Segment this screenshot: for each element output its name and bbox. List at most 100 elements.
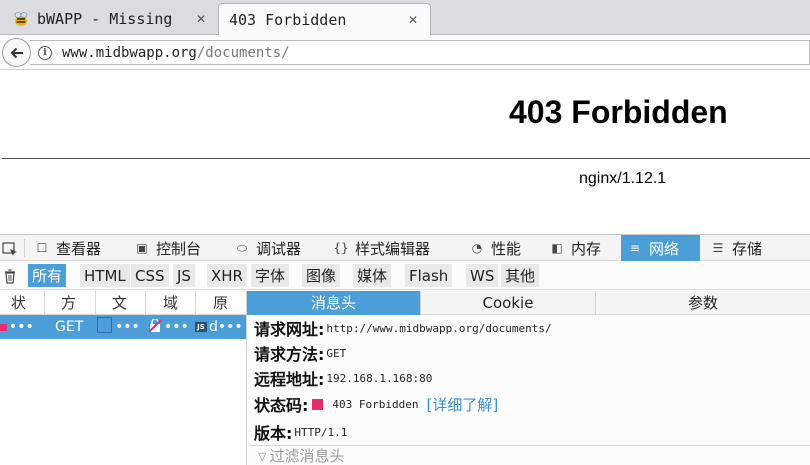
- filter-css[interactable]: CSS: [131, 264, 169, 287]
- column-divider: [145, 291, 146, 315]
- filter-flash[interactable]: Flash: [405, 264, 453, 287]
- request-status: •••: [9, 319, 34, 335]
- request-domain: •••: [164, 319, 189, 335]
- filter-fonts[interactable]: 字体: [251, 264, 290, 287]
- request-file: •••: [115, 319, 140, 335]
- tab-label: 样式编辑器: [355, 239, 431, 258]
- browser-tab-403[interactable]: 403 Forbidden ✕: [218, 3, 431, 35]
- header-remote-address: 远程地址: 192.168.1.168:80: [254, 367, 432, 389]
- status-indicator: [0, 324, 7, 331]
- header-label: 远程地址:: [254, 370, 325, 389]
- request-list-header: 状 方 文 域 原: [0, 291, 246, 315]
- debugger-icon: ⬭: [236, 240, 248, 255]
- column-divider: [44, 291, 45, 315]
- memory-icon: ◧: [551, 241, 563, 255]
- console-icon: ▣: [136, 241, 148, 255]
- tab-label: 性能: [491, 239, 522, 258]
- tab-cookies[interactable]: Cookie: [421, 291, 595, 315]
- storage-icon: ☰: [712, 241, 724, 255]
- bee-icon: [14, 12, 28, 26]
- column-divider: [195, 291, 196, 315]
- filter-ws[interactable]: WS: [466, 264, 499, 287]
- style-editor-icon: {}: [333, 241, 349, 255]
- header-value: HTTP/1.1: [294, 425, 348, 439]
- learn-more-link[interactable]: [详细了解]: [427, 394, 499, 415]
- tab-params[interactable]: 参数: [596, 291, 810, 315]
- tab-debugger[interactable]: ⬭ 调试器: [228, 235, 301, 261]
- header-status-code: 状态码: 403 Forbidden [详细了解]: [254, 393, 499, 416]
- filter-all[interactable]: 所有: [28, 264, 67, 287]
- tab-network[interactable]: ≡ 网络: [621, 235, 700, 261]
- page-heading: 403 Forbidden: [509, 94, 728, 130]
- tab-title: 403 Forbidden: [229, 10, 347, 29]
- column-cause[interactable]: 原: [213, 291, 228, 315]
- url-bar[interactable]: i www.midbwapp.org/documents/: [30, 40, 810, 65]
- devtools-toolbar: ☐ 查看器 ▣ 控制台 ⬭ 调试器 {} 样式编辑器 ◔ 性能 ◧ 内存 ≡ 网络 ☰ 存储: [0, 235, 810, 261]
- request-detail-tabs: 消息头 Cookie 参数: [247, 291, 810, 315]
- tab-console[interactable]: ▣ 控制台: [128, 235, 201, 261]
- site-info-icon[interactable]: i: [38, 45, 52, 60]
- header-value: GET: [326, 346, 347, 360]
- header-request-method: 请求方法: GET: [254, 342, 346, 364]
- header-request-url: 请求网址: http://www.midbwapp.org/documents/: [254, 317, 552, 339]
- filter-images[interactable]: 图像: [302, 264, 341, 287]
- header-label: 请求方法:: [254, 345, 325, 364]
- tab-label: 存储: [732, 239, 763, 258]
- filter-headers-input[interactable]: [269, 447, 570, 465]
- column-method[interactable]: 方: [61, 291, 76, 315]
- column-domain[interactable]: 域: [163, 291, 178, 315]
- performance-icon: ◔: [471, 241, 483, 255]
- tab-storage[interactable]: ☰ 存储: [704, 235, 762, 261]
- status-error-icon: [312, 398, 324, 410]
- filter-js[interactable]: JS: [173, 264, 195, 287]
- panel-splitter[interactable]: [246, 291, 247, 465]
- back-button[interactable]: [2, 38, 31, 67]
- filter-media[interactable]: 媒体: [353, 264, 392, 287]
- tab-performance[interactable]: ◔ 性能: [463, 235, 521, 261]
- column-status[interactable]: 状: [11, 291, 26, 315]
- horizontal-rule: [2, 158, 810, 159]
- filter-icon: ▽: [258, 449, 267, 463]
- header-label: 状态码:: [254, 396, 309, 415]
- tab-inspector[interactable]: ☐ 查看器: [28, 235, 101, 261]
- column-divider: [95, 291, 96, 315]
- js-cause-badge: JS: [195, 322, 207, 332]
- devtools-panel: ☐ 查看器 ▣ 控制台 ⬭ 调试器 {} 样式编辑器 ◔ 性能 ◧ 内存 ≡ 网络 ☰ 存储 所…: [0, 234, 810, 465]
- header-value: http://www.midbwapp.org/documents/: [326, 321, 552, 335]
- tab-label: 调试器: [256, 239, 302, 258]
- header-value: 192.168.1.168:80: [326, 371, 433, 385]
- tab-strip: bWAPP - Missing ✕ 403 Forbidden ✕: [0, 0, 810, 35]
- insecure-icon: [148, 319, 162, 333]
- file-icon: [97, 317, 112, 333]
- close-tab-icon[interactable]: ✕: [404, 13, 422, 27]
- server-signature: nginx/1.12.1: [579, 170, 667, 187]
- tab-headers[interactable]: 消息头: [247, 291, 420, 315]
- tab-label: 内存: [571, 239, 602, 258]
- url-text[interactable]: www.midbwapp.org/documents/: [62, 45, 290, 61]
- tab-style-editor[interactable]: {} 样式编辑器: [327, 235, 430, 261]
- filter-other[interactable]: 其他: [501, 264, 540, 287]
- request-cause: d•••: [209, 319, 243, 335]
- column-file[interactable]: 文: [112, 291, 127, 315]
- browser-tab-bwapp[interactable]: bWAPP - Missing ✕: [0, 3, 218, 35]
- trash-icon[interactable]: [2, 268, 18, 284]
- element-picker-icon[interactable]: [2, 241, 18, 257]
- request-list-body: [0, 339, 246, 465]
- tab-title: bWAPP - Missing: [37, 10, 173, 28]
- url-path: /documents/: [196, 44, 290, 61]
- tab-label: 查看器: [56, 239, 102, 258]
- network-icon: ≡: [629, 241, 641, 255]
- filter-xhr[interactable]: XHR: [207, 264, 247, 287]
- page-viewport: 403 Forbidden nginx/1.12.1: [0, 70, 810, 234]
- tab-memory[interactable]: ◧ 内存: [543, 235, 601, 261]
- url-domain: www.midbwapp.org: [62, 44, 197, 61]
- toolbar-divider: [24, 239, 25, 257]
- request-row[interactable]: ••• GET ••• ••• JS d•••: [0, 315, 246, 339]
- filter-html[interactable]: HTML: [80, 264, 130, 287]
- header-label: 请求网址:: [254, 320, 325, 339]
- close-tab-icon[interactable]: ✕: [192, 12, 210, 26]
- inspector-icon: ☐: [36, 241, 48, 255]
- network-filter-bar: 所有 HTML CSS JS XHR 字体 图像 媒体 Flash WS 其他: [0, 262, 810, 290]
- header-label: 版本:: [254, 424, 293, 443]
- tab-label: 控制台: [156, 239, 202, 258]
